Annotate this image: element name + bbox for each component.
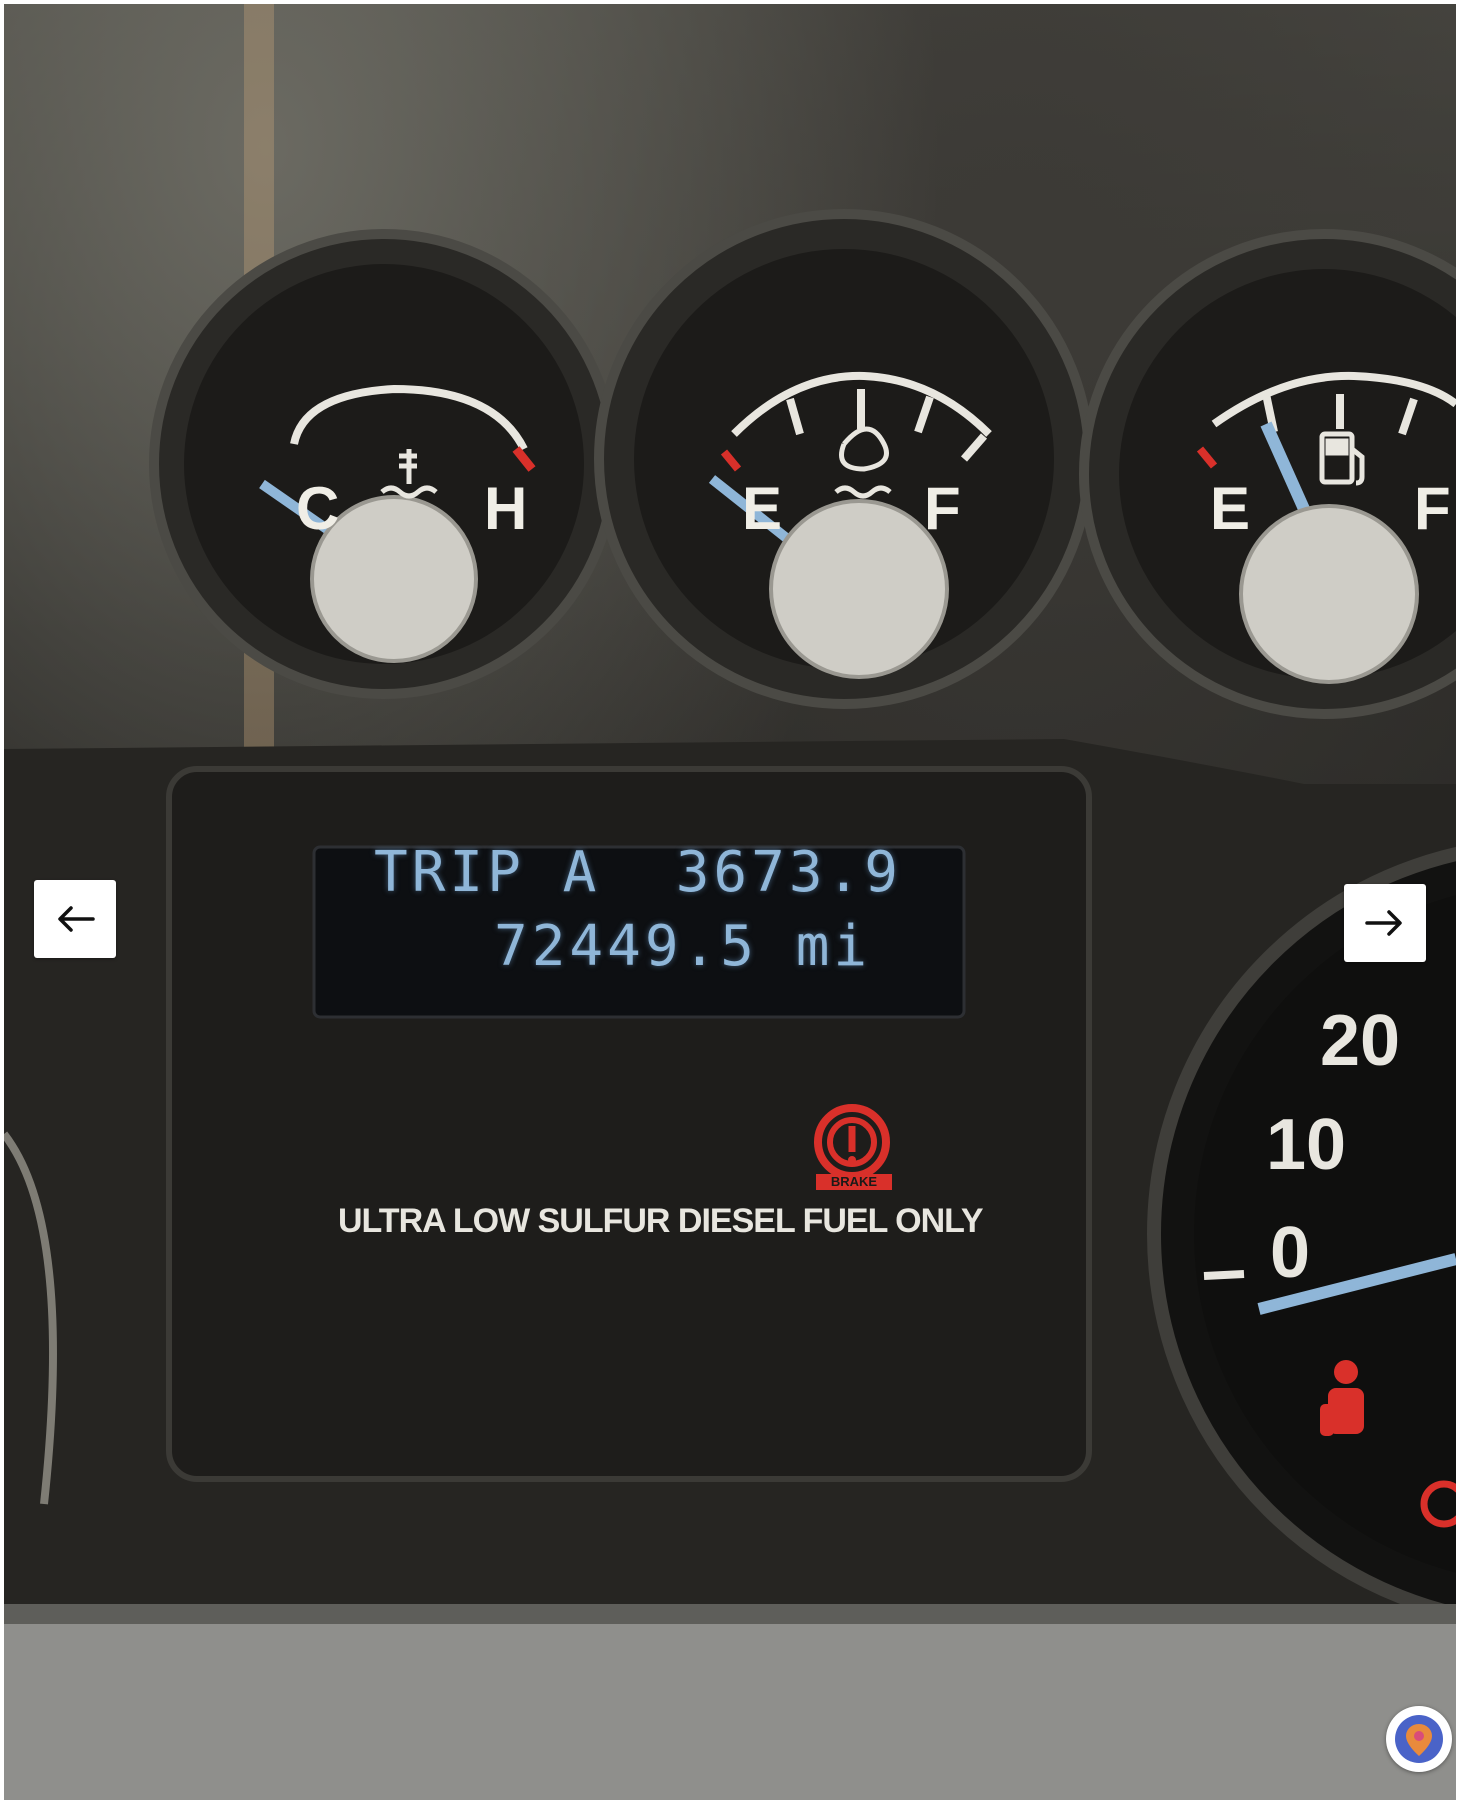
fuel-notice-label: ULTRA LOW SULFUR DIESEL FUEL ONLY [338, 1202, 984, 1240]
map-pin-icon [1395, 1715, 1443, 1763]
brake-warning-label: BRAKE [816, 1174, 892, 1190]
temperature-cold-label: C [296, 475, 340, 542]
def-full-label: F [924, 475, 961, 542]
speedometer-tick-zero [1203, 1270, 1245, 1280]
def-empty-label: E [742, 475, 783, 542]
dashboard-edge [4, 1604, 1456, 1624]
previous-image-button[interactable] [34, 880, 116, 958]
temperature-hot-label: H [484, 475, 528, 542]
image-viewer: C H E F E F TRIP A 3673.9 72449.5 mi ULT… [0, 0, 1469, 1804]
dashboard-photo: C H E F E F TRIP A 3673.9 72449.5 mi ULT… [4, 4, 1456, 1800]
lcd-trip-readout: TRIP A 3673.9 [374, 840, 903, 905]
speedometer-label-20: 20 [1320, 1001, 1401, 1081]
def-needle-hub [769, 499, 949, 679]
next-image-button[interactable] [1344, 884, 1426, 962]
dashboard-top-surface [4, 1604, 1456, 1800]
arrow-left-icon [58, 906, 95, 932]
speedometer-label-0: 0 [1270, 1213, 1311, 1293]
speedometer-label-10: 10 [1266, 1105, 1347, 1185]
lcd-odometer-readout: 72449.5 mi [494, 914, 872, 979]
brake-warning-icon [814, 1104, 890, 1180]
arrow-right-icon [1365, 910, 1402, 936]
map-badge-button[interactable] [1386, 1706, 1452, 1772]
fuel-needle-hub [1239, 504, 1419, 684]
fuel-empty-label: E [1210, 475, 1251, 542]
fuel-full-label: F [1414, 475, 1451, 542]
